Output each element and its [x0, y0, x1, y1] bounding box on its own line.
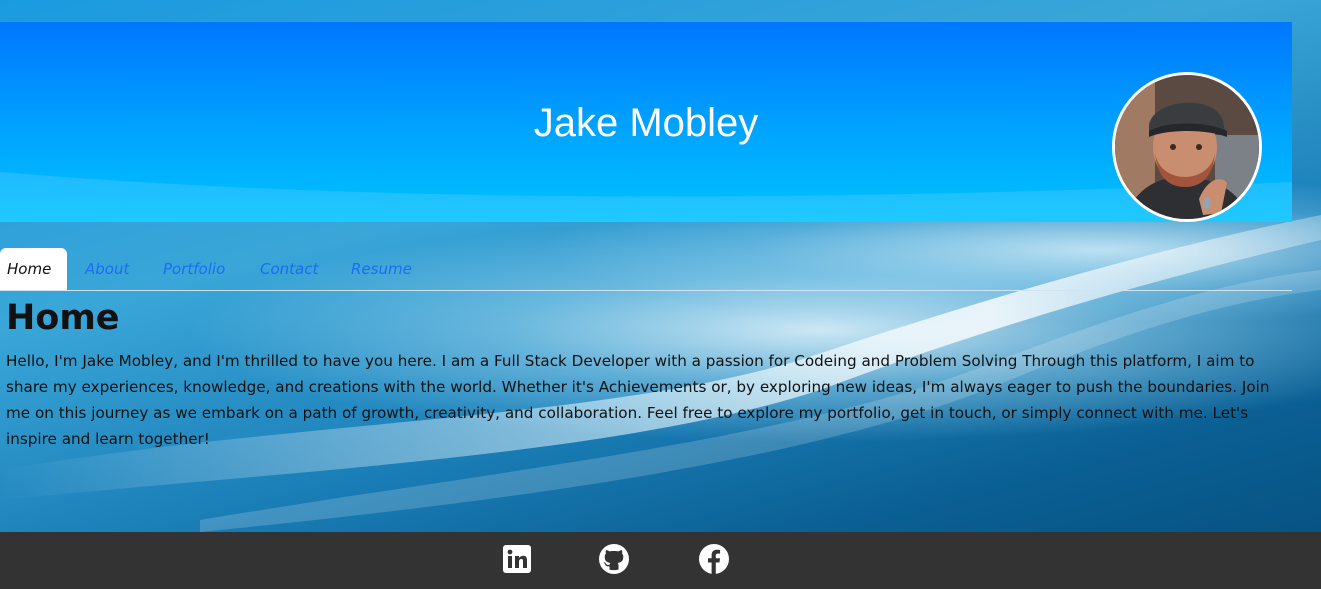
linkedin-icon[interactable]: [501, 543, 533, 575]
facebook-icon[interactable]: [698, 543, 730, 575]
main-nav: Home About Portfolio Contact Resume: [0, 248, 1292, 291]
tab-resume[interactable]: Resume: [351, 248, 412, 290]
profile-photo: [1115, 75, 1259, 219]
main-content: Home Hello, I'm Jake Mobley, and I'm thr…: [6, 296, 1286, 452]
tab-about[interactable]: About: [85, 248, 129, 290]
site-title: Jake Mobley: [533, 101, 759, 145]
tab-home[interactable]: Home: [0, 248, 68, 290]
site-footer: [0, 532, 1321, 589]
tab-contact[interactable]: Contact: [260, 248, 318, 290]
site-header: Jake Mobley: [0, 22, 1292, 222]
profile-avatar: [1112, 72, 1262, 222]
github-icon[interactable]: [598, 543, 630, 575]
page-title: Home: [6, 298, 120, 338]
tab-portfolio[interactable]: Portfolio: [163, 248, 225, 290]
intro-paragraph: Hello, I'm Jake Mobley, and I'm thrilled…: [6, 352, 1270, 448]
